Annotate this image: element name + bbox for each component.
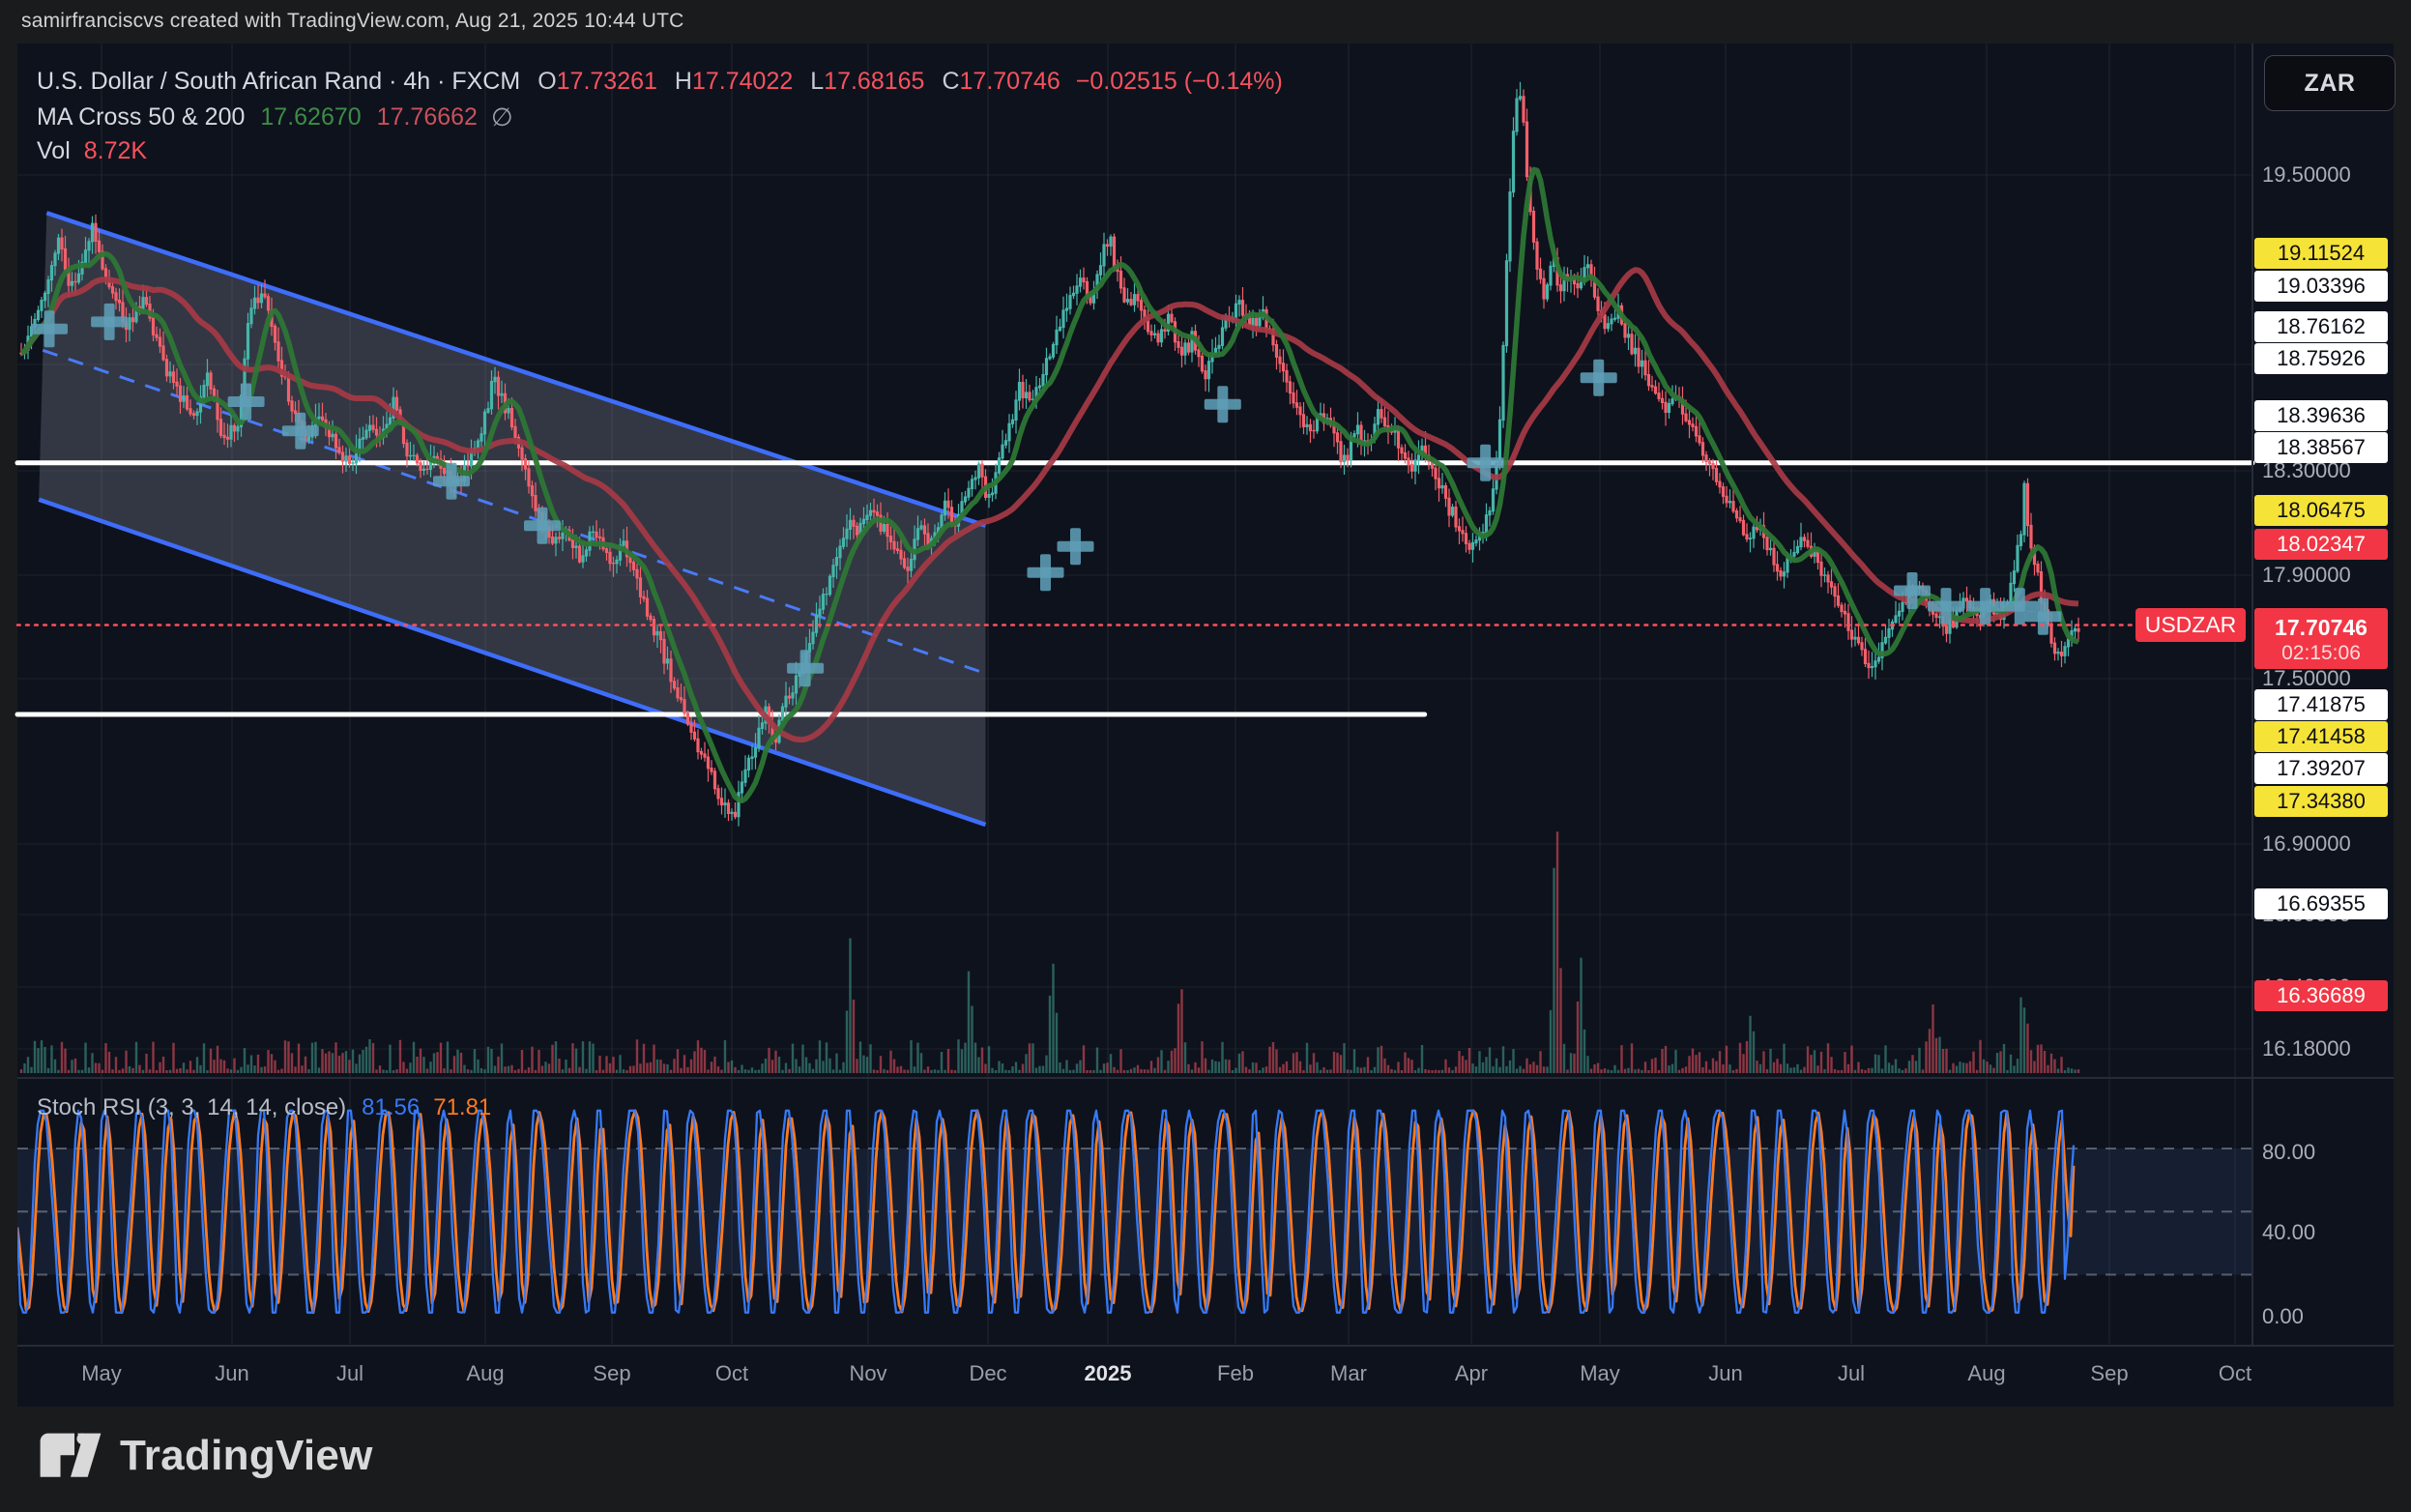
price-axis-tick: 16.18000 [2262,1036,2351,1061]
ma-cross-label: MA Cross 50 & 200 [37,103,245,131]
time-axis-label: Dec [969,1361,1006,1386]
price-level-label-white: 18.76162 [2254,311,2388,342]
price-axis-tick: 17.50000 [2262,666,2351,691]
time-axis-label: Feb [1217,1361,1254,1386]
stoch-axis-tick: 0.00 [2262,1304,2304,1329]
bar-countdown: 02:15:06 [2281,642,2361,665]
price-level-label-white: 18.38567 [2254,432,2388,463]
price-level-label-white: 18.75926 [2254,343,2388,374]
attribution-bar: samirfranciscvs created with TradingView… [0,0,2411,43]
ohlc-close-label: C [942,68,959,96]
price-level-label-white: 18.39636 [2254,400,2388,431]
time-axis-label: Mar [1330,1361,1367,1386]
symbol-legend-row: U.S. Dollar / South African Rand · 4h · … [37,68,1283,96]
time-axis-label: Oct [715,1361,748,1386]
price-level-label-yellow: 17.41458 [2254,721,2388,752]
volume-legend-row: Vol 8.72K [37,137,147,165]
time-axis-label: Jul [336,1361,363,1386]
price-axis-tick: 17.90000 [2262,563,2351,588]
tradingview-logo-text: TradingView [120,1432,373,1480]
stoch-axis-tick: 80.00 [2262,1140,2315,1165]
time-axis-label: May [1580,1361,1620,1386]
ohlc-high-label: H [675,68,692,96]
price-level-label-red: 16.36689 [2254,980,2388,1011]
price-level-label-white: 16.69355 [2254,888,2388,919]
price-level-label-white: 17.39207 [2254,753,2388,784]
stoch-axis-tick: 40.00 [2262,1220,2315,1245]
time-axis-label: Sep [593,1361,630,1386]
price-level-label-yellow: 18.06475 [2254,495,2388,526]
stoch-rsi-label: Stoch RSI (3, 3, 14, 14, close) [37,1094,346,1121]
time-axis-label: May [81,1361,122,1386]
ohlc-high-value: 17.74022 [692,68,793,96]
time-axis-label: Aug [466,1361,504,1386]
current-price-label: 17.70746 02:15:06 [2254,608,2388,669]
tradingview-screenshot: { "page": { "top_bar": "samirfranciscvs … [0,0,2411,1512]
time-axis-label: Jun [1708,1361,1742,1386]
ma50-value: 17.62670 [260,103,361,131]
price-level-label-yellow: 17.34380 [2254,786,2388,817]
time-axis-label: Apr [1455,1361,1488,1386]
time-axis[interactable]: May Jun Jul Aug Sep Oct Nov Dec 2025 Feb Mar Apr May… [0,1346,2394,1407]
price-scale[interactable]: 19.5000018.7000018.3000017.9000017.50000… [2252,44,2394,1346]
time-axis-label: Nov [849,1361,886,1386]
ma200-value: 17.76662 [377,103,478,131]
time-axis-label: Oct [2219,1361,2251,1386]
ohlc-low-label: L [810,68,824,96]
time-axis-label: Sep [2090,1361,2128,1386]
price-axis-tick: 19.50000 [2262,162,2351,188]
symbol-price-tag: USDZAR [2135,608,2246,642]
price-axis-tick: 16.90000 [2262,831,2351,857]
ohlc-low-value: 17.68165 [824,68,924,96]
change-value: −0.02515 (−0.14%) [1076,68,1283,96]
volume-label: Vol [37,137,71,165]
symbol-title: U.S. Dollar / South African Rand · 4h · … [37,68,520,96]
stoch-d-value: 71.81 [433,1094,491,1121]
phi-icon: ∅ [491,102,513,132]
price-level-label-white: 17.41875 [2254,689,2388,720]
current-price-value: 17.70746 [2275,613,2367,642]
stoch-k-value: 81.56 [362,1094,420,1121]
time-axis-label: Jun [215,1361,248,1386]
price-level-label-red: 18.02347 [2254,529,2388,560]
tradingview-logo: TradingView [39,1429,373,1483]
time-axis-label: 2025 [1085,1361,1132,1386]
stoch-rsi-legend: Stoch RSI (3, 3, 14, 14, close) 81.56 71… [37,1094,491,1121]
price-level-label-white: 19.03396 [2254,271,2388,302]
volume-value: 8.72K [84,137,147,165]
time-axis-label: Jul [1838,1361,1865,1386]
tradingview-logo-icon [39,1429,102,1483]
ma-legend-row: MA Cross 50 & 200 17.62670 17.76662 ∅ [37,102,513,132]
time-axis-label: Aug [1967,1361,2005,1386]
currency-zar-button[interactable]: ZAR [2264,55,2396,111]
ohlc-open-value: 17.73261 [557,68,657,96]
ohlc-close-value: 17.70746 [960,68,1060,96]
chart-canvas[interactable] [0,0,2411,1512]
ohlc-open-label: O [537,68,556,96]
attribution-text: samirfranciscvs created with TradingView… [21,10,684,33]
price-level-label-yellow: 19.11524 [2254,238,2388,269]
